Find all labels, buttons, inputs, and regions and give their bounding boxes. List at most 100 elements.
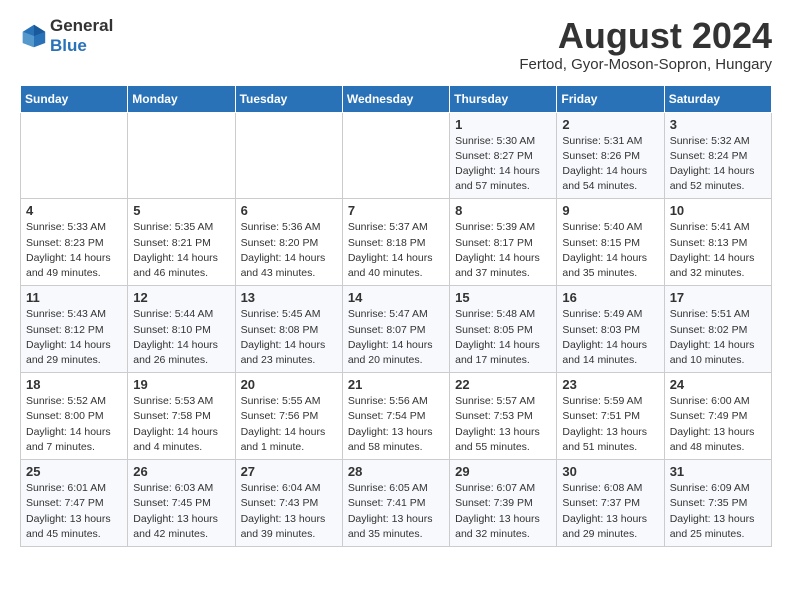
logo-general-text: General — [50, 16, 113, 35]
day-detail: Sunrise: 5:52 AM Sunset: 8:00 PM Dayligh… — [26, 394, 122, 455]
calendar-cell — [342, 112, 449, 199]
day-detail: Sunrise: 5:59 AM Sunset: 7:51 PM Dayligh… — [562, 394, 658, 455]
calendar-cell: 8 Sunrise: 5:39 AM Sunset: 8:17 PM Daylig… — [450, 199, 557, 286]
calendar-cell: 7 Sunrise: 5:37 AM Sunset: 8:18 PM Daylig… — [342, 199, 449, 286]
day-header-tuesday: Tuesday — [235, 85, 342, 112]
calendar-cell — [235, 112, 342, 199]
calendar-cell — [128, 112, 235, 199]
calendar-cell: 13 Sunrise: 5:45 AM Sunset: 8:08 PM Dayli… — [235, 286, 342, 373]
day-number: 15 — [455, 290, 551, 305]
day-number: 8 — [455, 203, 551, 218]
day-detail: Sunrise: 5:48 AM Sunset: 8:05 PM Dayligh… — [455, 307, 551, 368]
day-detail: Sunrise: 5:45 AM Sunset: 8:08 PM Dayligh… — [241, 307, 337, 368]
day-number: 25 — [26, 464, 122, 479]
day-number: 31 — [670, 464, 766, 479]
day-number: 5 — [133, 203, 229, 218]
day-number: 29 — [455, 464, 551, 479]
calendar-week-row: 1Sunrise: 5:30 AM Sunset: 8:27 PM Daylig… — [21, 112, 772, 199]
calendar-cell: 22 Sunrise: 5:57 AM Sunset: 7:53 PM Dayli… — [450, 373, 557, 460]
location-title: Fertod, Gyor-Moson-Sopron, Hungary — [519, 56, 772, 73]
day-detail: Sunrise: 5:32 AM Sunset: 8:24 PM Dayligh… — [670, 134, 766, 195]
day-detail: Sunrise: 5:44 AM Sunset: 8:10 PM Dayligh… — [133, 307, 229, 368]
calendar-cell: 18Sunrise: 5:52 AM Sunset: 8:00 PM Dayli… — [21, 373, 128, 460]
calendar-cell: 14Sunrise: 5:47 AM Sunset: 8:07 PM Dayli… — [342, 286, 449, 373]
day-number: 10 — [670, 203, 766, 218]
calendar-cell: 12 Sunrise: 5:44 AM Sunset: 8:10 PM Dayli… — [128, 286, 235, 373]
day-header-sunday: Sunday — [21, 85, 128, 112]
calendar-cell: 3 Sunrise: 5:32 AM Sunset: 8:24 PM Daylig… — [664, 112, 771, 199]
calendar-cell: 10 Sunrise: 5:41 AM Sunset: 8:13 PM Dayli… — [664, 199, 771, 286]
day-detail: Sunrise: 5:35 AM Sunset: 8:21 PM Dayligh… — [133, 220, 229, 281]
calendar-cell: 28Sunrise: 6:05 AM Sunset: 7:41 PM Dayli… — [342, 460, 449, 547]
logo-icon — [20, 22, 48, 50]
calendar-body: 1Sunrise: 5:30 AM Sunset: 8:27 PM Daylig… — [21, 112, 772, 546]
day-detail: Sunrise: 6:05 AM Sunset: 7:41 PM Dayligh… — [348, 481, 444, 542]
day-number: 2 — [562, 117, 658, 132]
day-number: 26 — [133, 464, 229, 479]
day-detail: Sunrise: 5:39 AM Sunset: 8:17 PM Dayligh… — [455, 220, 551, 281]
day-detail: Sunrise: 5:53 AM Sunset: 7:58 PM Dayligh… — [133, 394, 229, 455]
day-detail: Sunrise: 6:07 AM Sunset: 7:39 PM Dayligh… — [455, 481, 551, 542]
calendar-cell: 27Sunrise: 6:04 AM Sunset: 7:43 PM Dayli… — [235, 460, 342, 547]
day-number: 12 — [133, 290, 229, 305]
calendar-cell: 31 Sunrise: 6:09 AM Sunset: 7:35 PM Dayli… — [664, 460, 771, 547]
day-number: 4 — [26, 203, 122, 218]
calendar-cell: 17 Sunrise: 5:51 AM Sunset: 8:02 PM Dayli… — [664, 286, 771, 373]
day-number: 7 — [348, 203, 444, 218]
month-title: August 2024 — [519, 16, 772, 56]
day-number: 6 — [241, 203, 337, 218]
day-number: 24 — [670, 377, 766, 392]
calendar-cell: 19Sunrise: 5:53 AM Sunset: 7:58 PM Dayli… — [128, 373, 235, 460]
day-header-monday: Monday — [128, 85, 235, 112]
day-detail: Sunrise: 5:55 AM Sunset: 7:56 PM Dayligh… — [241, 394, 337, 455]
day-number: 20 — [241, 377, 337, 392]
calendar-cell: 15 Sunrise: 5:48 AM Sunset: 8:05 PM Dayli… — [450, 286, 557, 373]
calendar-table: SundayMondayTuesdayWednesdayThursdayFrid… — [20, 85, 772, 547]
day-number: 30 — [562, 464, 658, 479]
day-header-wednesday: Wednesday — [342, 85, 449, 112]
logo-blue-text: Blue — [50, 36, 87, 55]
logo: General Blue — [20, 16, 113, 56]
day-detail: Sunrise: 6:00 AM Sunset: 7:49 PM Dayligh… — [670, 394, 766, 455]
day-detail: Sunrise: 6:08 AM Sunset: 7:37 PM Dayligh… — [562, 481, 658, 542]
calendar-cell: 29 Sunrise: 6:07 AM Sunset: 7:39 PM Dayli… — [450, 460, 557, 547]
day-detail: Sunrise: 5:43 AM Sunset: 8:12 PM Dayligh… — [26, 307, 122, 368]
calendar-week-row: 18Sunrise: 5:52 AM Sunset: 8:00 PM Dayli… — [21, 373, 772, 460]
day-header-saturday: Saturday — [664, 85, 771, 112]
day-detail: Sunrise: 5:36 AM Sunset: 8:20 PM Dayligh… — [241, 220, 337, 281]
calendar-cell: 25 Sunrise: 6:01 AM Sunset: 7:47 PM Dayli… — [21, 460, 128, 547]
calendar-week-row: 25 Sunrise: 6:01 AM Sunset: 7:47 PM Dayli… — [21, 460, 772, 547]
title-block: August 2024 Fertod, Gyor-Moson-Sopron, H… — [519, 16, 772, 73]
day-number: 13 — [241, 290, 337, 305]
day-detail: Sunrise: 6:09 AM Sunset: 7:35 PM Dayligh… — [670, 481, 766, 542]
day-detail: Sunrise: 6:01 AM Sunset: 7:47 PM Dayligh… — [26, 481, 122, 542]
day-number: 23 — [562, 377, 658, 392]
calendar-cell: 11 Sunrise: 5:43 AM Sunset: 8:12 PM Dayli… — [21, 286, 128, 373]
day-number: 3 — [670, 117, 766, 132]
day-number: 11 — [26, 290, 122, 305]
day-detail: Sunrise: 5:56 AM Sunset: 7:54 PM Dayligh… — [348, 394, 444, 455]
calendar-cell: 1Sunrise: 5:30 AM Sunset: 8:27 PM Daylig… — [450, 112, 557, 199]
calendar-cell — [21, 112, 128, 199]
day-detail: Sunrise: 6:04 AM Sunset: 7:43 PM Dayligh… — [241, 481, 337, 542]
calendar-cell: 9Sunrise: 5:40 AM Sunset: 8:15 PM Daylig… — [557, 199, 664, 286]
calendar-cell: 26Sunrise: 6:03 AM Sunset: 7:45 PM Dayli… — [128, 460, 235, 547]
calendar-week-row: 11 Sunrise: 5:43 AM Sunset: 8:12 PM Dayli… — [21, 286, 772, 373]
calendar-week-row: 4Sunrise: 5:33 AM Sunset: 8:23 PM Daylig… — [21, 199, 772, 286]
page-header: General Blue August 2024 Fertod, Gyor-Mo… — [20, 16, 772, 73]
day-number: 1 — [455, 117, 551, 132]
day-number: 14 — [348, 290, 444, 305]
calendar-cell: 21 Sunrise: 5:56 AM Sunset: 7:54 PM Dayli… — [342, 373, 449, 460]
day-number: 21 — [348, 377, 444, 392]
calendar-cell: 6 Sunrise: 5:36 AM Sunset: 8:20 PM Daylig… — [235, 199, 342, 286]
calendar-cell: 4Sunrise: 5:33 AM Sunset: 8:23 PM Daylig… — [21, 199, 128, 286]
day-detail: Sunrise: 5:41 AM Sunset: 8:13 PM Dayligh… — [670, 220, 766, 281]
day-number: 22 — [455, 377, 551, 392]
day-detail: Sunrise: 5:49 AM Sunset: 8:03 PM Dayligh… — [562, 307, 658, 368]
day-detail: Sunrise: 5:37 AM Sunset: 8:18 PM Dayligh… — [348, 220, 444, 281]
calendar-header-row: SundayMondayTuesdayWednesdayThursdayFrid… — [21, 85, 772, 112]
day-detail: Sunrise: 5:57 AM Sunset: 7:53 PM Dayligh… — [455, 394, 551, 455]
day-number: 17 — [670, 290, 766, 305]
day-number: 9 — [562, 203, 658, 218]
day-detail: Sunrise: 5:51 AM Sunset: 8:02 PM Dayligh… — [670, 307, 766, 368]
